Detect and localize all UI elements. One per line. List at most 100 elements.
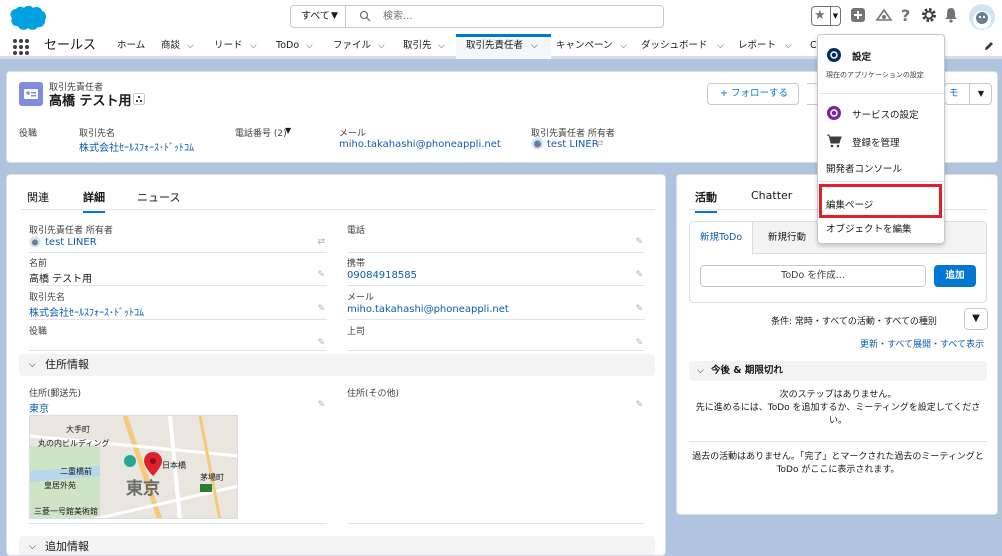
map-label: 皇居外苑 [44, 481, 76, 490]
map-label: 丸の内ビルディング [38, 439, 110, 448]
edit-pencil-icon[interactable]: ✎ [635, 237, 643, 247]
edit-pencil-icon[interactable]: ✎ [635, 400, 643, 410]
field-label: 携帯 [347, 259, 366, 269]
section-address[interactable]: ⌵ 住所情報 [19, 354, 655, 376]
service-setup-icon [827, 106, 841, 120]
menu-item-edit-object[interactable]: オブジェクトを編集 [826, 221, 912, 235]
tab-new-event[interactable]: 新規行動 [758, 222, 816, 254]
global-search[interactable]: すべて ▼ 検索... [290, 5, 664, 28]
field-owner: 取引先責任者 所有者 test LINER ⇄ [29, 223, 327, 253]
field-phone: 電話 ✎ [347, 223, 645, 253]
header-action-menu-button[interactable]: モ ▼ [944, 83, 992, 105]
edit-pencil-icon[interactable]: ✎ [317, 338, 325, 348]
edit-pencil-icon[interactable]: ✎ [317, 270, 325, 280]
create-task-input[interactable]: ToDo を作成... [700, 265, 926, 287]
menu-item-developer-console[interactable]: 開発者コンソール [826, 161, 902, 175]
global-actions-plus-icon[interactable] [850, 7, 866, 23]
field-value: 高橋 テスト用 [29, 274, 93, 285]
search-input[interactable]: 検索... [383, 6, 413, 27]
nav-tab-files[interactable]: ファイル [333, 34, 371, 59]
field-account: 取引先名 株式会社ｾｰﾙｽﾌｫｰｽ･ﾄﾞｯﾄｺﾑ ✎ [29, 290, 327, 320]
tab-news[interactable]: ニュース [137, 189, 180, 205]
section-title: 追加情報 [45, 540, 89, 553]
change-owner-icon[interactable]: ⇄ [317, 237, 325, 247]
edit-pencil-icon[interactable]: ✎ [317, 304, 325, 314]
chevron-down-icon: ⌵ [697, 366, 704, 376]
nav-tab-dashboards[interactable]: ダッシュボード [641, 34, 708, 59]
chevron-down-icon[interactable]: ⌵ [187, 34, 194, 59]
nav-tab-leads[interactable]: リード [214, 34, 243, 59]
change-owner-icon[interactable]: ⇄ [596, 139, 604, 149]
nav-tab-contacts[interactable]: 取引先責任者 ⌵ [456, 34, 551, 59]
tab-chatter[interactable]: Chatter [751, 189, 792, 202]
favorites-dropdown-icon[interactable]: ▼ [830, 7, 840, 25]
chevron-down-icon[interactable]: ⌵ [250, 34, 257, 59]
hierarchy-icon[interactable] [133, 93, 145, 105]
map-label: 日本橋 [162, 461, 186, 470]
nav-tab-campaigns[interactable]: キャンペーン [556, 34, 613, 59]
chevron-down-icon[interactable]: ⌵ [306, 34, 313, 59]
tab-new-task[interactable]: 新規ToDo [690, 222, 754, 255]
field-mobile-link[interactable]: 09084918585 [347, 270, 417, 281]
edit-pencil-icon[interactable]: ✎ [635, 304, 643, 314]
notifications-bell-icon[interactable] [944, 7, 958, 23]
edit-pencil-icon[interactable]: ✎ [635, 338, 643, 348]
activity-filter-summary: 条件: 常時・すべての活動・すべての種別 [771, 317, 937, 327]
header-field-account-link[interactable]: 株式会社ｾｰﾙｽﾌｫｰｽ･ﾄﾞｯﾄｺﾑ [79, 139, 194, 154]
field-name: 名前 高橋 テスト用 ✎ [29, 256, 327, 286]
chevron-down-icon[interactable]: ⌵ [438, 34, 445, 59]
edit-pencil-icon[interactable]: ✎ [317, 400, 325, 410]
contact-icon [19, 82, 43, 106]
field-mailing-link[interactable]: 東京 [29, 400, 49, 415]
edit-nav-pencil-icon[interactable] [983, 40, 995, 52]
menu-item-manage-subscriptions[interactable]: 登録を管理 [852, 135, 900, 149]
salesforce-logo[interactable] [8, 3, 48, 31]
nav-tab-reports[interactable]: レポート [738, 34, 776, 59]
add-task-button[interactable]: 追加 [934, 265, 976, 287]
filter-icon[interactable]: ▼ [964, 308, 988, 330]
edit-pencil-icon[interactable]: ✎ [635, 270, 643, 280]
search-icon [359, 10, 371, 22]
menu-item-service-setup[interactable]: サービスの設定 [852, 107, 919, 121]
help-icon[interactable]: ? [900, 7, 914, 23]
app-launcher-icon[interactable] [13, 39, 29, 55]
field-email-link[interactable]: miho.takahashi@phoneappli.net [347, 304, 509, 315]
user-avatar[interactable] [969, 4, 995, 30]
header-field-email-link[interactable]: miho.takahashi@phoneappli.net [339, 139, 501, 150]
header-field-owner-link[interactable]: test LINER [547, 139, 599, 150]
chevron-down-icon[interactable]: ⌵ [620, 34, 627, 59]
tab-related[interactable]: 関連 [27, 189, 49, 205]
phone-dropdown-icon[interactable]: ▼ [285, 126, 291, 135]
star-icon: ★ [814, 8, 826, 23]
favorites-button[interactable]: ★ ▼ [811, 6, 841, 26]
chevron-down-icon[interactable]: ▼ [969, 84, 992, 104]
chevron-down-icon[interactable]: ⌵ [717, 34, 724, 59]
chevron-down-icon[interactable]: ⌵ [785, 34, 792, 59]
field-label: メール [347, 293, 375, 303]
chevron-down-icon[interactable]: ⌵ [531, 37, 538, 55]
nav-tab-more[interactable]: C [810, 34, 817, 59]
field-label: 取引先名 [29, 293, 66, 303]
menu-item-setup[interactable]: 設定 [852, 49, 871, 63]
nav-tab-tasks[interactable]: ToDo [276, 34, 299, 59]
field-account-link[interactable]: 株式会社ｾｰﾙｽﾌｫｰｽ･ﾄﾞｯﾄｺﾑ [29, 304, 144, 319]
trailhead-icon[interactable] [875, 7, 893, 23]
activity-links[interactable]: 更新・すべて展開・すべて表示 [860, 337, 984, 350]
section-upcoming-overdue[interactable]: ⌵ 今後 & 期限切れ [689, 361, 987, 381]
nav-tab-opportunities[interactable]: 商談 [161, 34, 180, 59]
field-owner-link[interactable]: test LINER [45, 237, 97, 248]
follow-button[interactable]: + フォローする [707, 83, 799, 105]
search-scope-label: すべて [301, 11, 330, 22]
chevron-down-icon[interactable]: ⌵ [378, 34, 385, 59]
nav-tab-accounts[interactable]: 取引先 [403, 34, 432, 59]
gear-icon[interactable] [921, 7, 937, 23]
record-name: 高橋 テスト用 [49, 94, 132, 109]
cart-icon [827, 134, 842, 148]
astro-avatar-icon [973, 11, 991, 29]
menu-item-setup-sub: 現在のアプリケーションの設定 [826, 71, 924, 79]
no-steps-line-2: 先に進めるには、ToDo を追加するか、ミーティングを設定してください。 [695, 403, 981, 426]
nav-tab-home[interactable]: ホーム [117, 34, 145, 59]
address-map[interactable]: 大手町 丸の内ビルディング 二重橋前 皇居外苑 日本橋 東京 茅場町 三菱一号館… [29, 415, 238, 519]
section-title: 今後 & 期限切れ [711, 365, 783, 376]
section-additional-info[interactable]: ⌵ 追加情報 [19, 536, 655, 555]
